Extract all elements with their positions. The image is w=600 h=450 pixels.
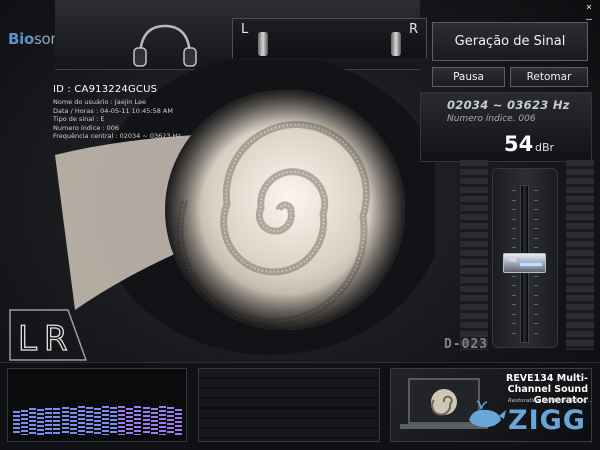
slider-tick xyxy=(512,228,516,229)
slider-tick xyxy=(512,323,516,324)
equalizer-bar[interactable] xyxy=(166,407,174,435)
volume-slider-knob[interactable]: HG xyxy=(503,253,546,273)
equalizer-bar[interactable] xyxy=(134,406,142,435)
left-jack-icon[interactable] xyxy=(258,32,268,56)
detail-center-frequency: Frequência central : 02034 ~ 03623 Hz xyxy=(53,132,181,141)
slider-tick xyxy=(512,332,516,334)
equalizer-bar[interactable] xyxy=(118,406,126,435)
detail-user: Nome do usuário : Jaejin Lee xyxy=(53,98,146,106)
lr-logo-right: R xyxy=(44,319,68,359)
session-id: ID : CA913224GCUS xyxy=(53,84,158,95)
slider-tick xyxy=(534,237,538,239)
slider-tick xyxy=(534,228,538,229)
equalizer-bar[interactable] xyxy=(69,408,77,435)
detail-index: Numero índice : 006 xyxy=(53,123,120,132)
slider-tick xyxy=(534,275,538,277)
slider-tick xyxy=(534,304,538,305)
slider-tick xyxy=(534,199,538,201)
slider-tick xyxy=(512,294,516,296)
pause-button[interactable]: Pausa xyxy=(432,67,505,87)
zigg-watermark: ZIGG xyxy=(508,405,586,436)
slider-tick xyxy=(534,247,538,248)
knob-indicator xyxy=(520,263,542,266)
slider-tick xyxy=(534,209,538,210)
slider-tick xyxy=(512,304,516,305)
slider-tick xyxy=(512,190,516,191)
level-unit: dBr xyxy=(535,141,555,154)
equalizer-bar[interactable] xyxy=(110,407,118,435)
slider-tick xyxy=(534,323,538,324)
slider-tick xyxy=(512,209,516,210)
session-details: Nome do usuário : Jaejin Lee Data / Hora… xyxy=(53,98,181,141)
app-window: × – Biosom L R ID: CA913224GCUS Nome do… xyxy=(0,0,600,450)
left-strut xyxy=(460,160,488,350)
lr-logo: L R xyxy=(9,309,88,361)
whale-icon xyxy=(469,400,506,428)
equalizer-bar[interactable] xyxy=(126,408,134,435)
slider-tick xyxy=(512,275,516,277)
close-icon[interactable]: × xyxy=(584,2,594,14)
left-channel-label: L xyxy=(241,22,249,37)
resume-button[interactable]: Retomar xyxy=(510,67,588,87)
slider-tick xyxy=(534,313,538,315)
lr-logo-left: L xyxy=(18,319,37,359)
equalizer-bar[interactable] xyxy=(174,409,182,435)
slider-tick xyxy=(512,218,516,220)
promo-subtitle: Restoration and Elevation of... xyxy=(508,398,592,404)
signal-generation-title: Geração de Sinal xyxy=(432,22,588,61)
index-readout: Numero índice. 006 xyxy=(447,114,536,124)
right-strut xyxy=(566,160,594,350)
slider-tick xyxy=(534,294,538,296)
middle-panel xyxy=(198,368,380,442)
equalizer-bar[interactable] xyxy=(13,411,20,435)
equalizer-bar[interactable] xyxy=(53,408,61,435)
right-channel-label: R xyxy=(409,22,419,37)
detail-datetime: Data / Horas : 04-05-11 10:45:58 AM xyxy=(53,106,173,115)
device-code: D-023 xyxy=(444,337,489,352)
equalizer-bar[interactable] xyxy=(37,409,45,435)
slider-tick xyxy=(512,199,516,201)
equalizer-bar[interactable] xyxy=(93,408,101,435)
frequency-readout: 02034 ~ 03623 Hz xyxy=(447,98,570,112)
knob-label: HG xyxy=(509,258,517,264)
slider-tick xyxy=(534,332,538,334)
equalizer-bar[interactable] xyxy=(29,408,37,435)
slider-tick xyxy=(512,247,516,248)
level-value: 54 xyxy=(504,132,534,156)
slider-tick xyxy=(534,285,538,286)
right-jack-icon[interactable] xyxy=(391,32,401,56)
slider-tick xyxy=(512,285,516,286)
equalizer-bar[interactable] xyxy=(158,406,166,435)
slider-tick xyxy=(512,237,516,239)
equalizer-bar[interactable] xyxy=(102,406,110,435)
equalizer-panel xyxy=(7,368,187,442)
equalizer-bar[interactable] xyxy=(45,408,53,435)
equalizer-bar[interactable] xyxy=(85,407,93,435)
logo-prefix: Bio xyxy=(8,30,34,48)
equalizer-bar[interactable] xyxy=(21,410,29,435)
slider-tick xyxy=(534,218,538,220)
equalizer-bar[interactable] xyxy=(77,406,85,435)
equalizer-bar[interactable] xyxy=(142,407,150,435)
detail-signal-type: Tipo de sinal : E xyxy=(53,115,105,124)
slider-tick xyxy=(512,313,516,315)
slider-tick xyxy=(534,190,538,191)
equalizer-bar[interactable] xyxy=(61,407,69,435)
equalizer-bar[interactable] xyxy=(150,408,158,435)
